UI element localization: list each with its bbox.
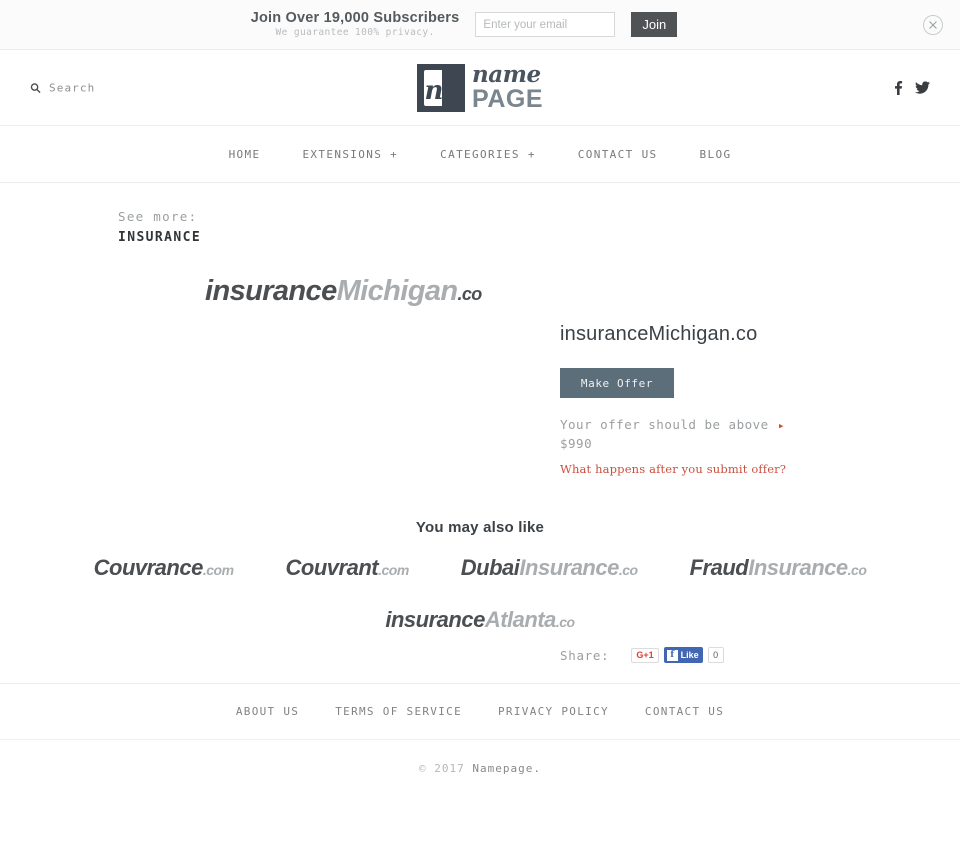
also-like-item[interactable]: Couvrant.com xyxy=(285,555,410,581)
close-banner-button[interactable] xyxy=(923,15,943,35)
also-like-title: You may also like xyxy=(415,519,545,536)
social-links xyxy=(894,80,930,95)
offer-minimum-note: Your offer should be above ▸ $990 xyxy=(560,415,784,454)
site-header: Search n name PAGE xyxy=(0,50,960,126)
also-item-dark: Couvrant xyxy=(285,555,379,580)
domain-title: insuranceMichigan.co xyxy=(560,323,758,345)
nav-item-extensions[interactable]: EXTENSIONS + xyxy=(302,148,398,161)
google-plus-one-button[interactable]: G+1 xyxy=(631,647,659,663)
share-row: Share: G+1 f Like 0 xyxy=(560,647,724,663)
also-like-row-2: insuranceAtlanta.co xyxy=(0,607,960,633)
also-item-dark: Dubai xyxy=(460,555,520,580)
facebook-like-label: Like xyxy=(680,650,699,660)
what-happens-link[interactable]: What happens after you submit offer? xyxy=(560,462,890,476)
also-like-item[interactable]: DubaiInsurance.co xyxy=(461,555,638,581)
also-like-row-1: Couvrance.com Couvrant.com DubaiInsuranc… xyxy=(0,555,960,581)
also-item-tld: .co xyxy=(618,562,638,578)
search-label: Search xyxy=(49,81,96,94)
facebook-f-icon: f xyxy=(666,649,678,661)
hero-domain-tld: .co xyxy=(457,284,482,304)
also-item-tld: .com xyxy=(202,562,234,578)
hero-domain-logo: insuranceMichigan.co xyxy=(205,275,482,308)
arrow-right-icon: ▸ xyxy=(777,419,785,432)
nav-item-categories[interactable]: CATEGORIES + xyxy=(440,148,536,161)
share-label: Share: xyxy=(560,647,610,663)
email-input[interactable] xyxy=(475,12,616,37)
site-footer: ABOUT US TERMS OF SERVICE PRIVACY POLICY… xyxy=(0,683,960,775)
footer-link-terms-of-service[interactable]: TERMS OF SERVICE xyxy=(335,705,462,718)
join-button[interactable]: Join xyxy=(631,12,678,37)
also-item-tld: .com xyxy=(378,562,409,578)
also-like-item[interactable]: FraudInsurance.co xyxy=(690,555,867,581)
close-icon xyxy=(929,21,937,29)
also-like-item[interactable]: Couvrance.com xyxy=(94,555,234,581)
also-item-dark: insurance xyxy=(385,607,485,632)
subscribe-title: Join Over 19,000 Subscribers xyxy=(250,9,460,26)
logo-name-text: name xyxy=(472,61,541,88)
also-item-light: Insurance xyxy=(519,555,619,580)
subscribe-text-block: Join Over 19,000 Subscribers We guarante… xyxy=(251,10,460,40)
footer-link-privacy-policy[interactable]: PRIVACY POLICY xyxy=(498,705,609,718)
also-item-light: Insurance xyxy=(748,555,848,580)
logo-mark-icon: n xyxy=(417,63,465,112)
copyright-text: © 2017 Namepage. xyxy=(0,740,960,775)
see-more-label: See more: xyxy=(118,209,198,224)
also-item-tld: .co xyxy=(847,562,867,578)
main-navigation: HOME EXTENSIONS + CATEGORIES + CONTACT U… xyxy=(0,126,960,183)
subscribe-subtitle: We guarantee 100% privacy. xyxy=(275,27,435,39)
see-more-block: See more: INSURANCE xyxy=(118,209,201,245)
search-icon xyxy=(30,82,41,93)
nav-item-contact-us[interactable]: CONTACT US xyxy=(578,148,658,161)
logo-mark-letter: n xyxy=(424,75,444,106)
offer-panel: insuranceMichigan.co Make Offer Your off… xyxy=(560,323,890,476)
logo-page-text: PAGE xyxy=(472,85,543,113)
subscribe-banner: Join Over 19,000 Subscribers We guarante… xyxy=(0,0,960,50)
facebook-icon[interactable] xyxy=(894,80,903,95)
hero-domain-part-light: Michigan xyxy=(336,275,458,307)
facebook-like-count: 0 xyxy=(707,647,724,663)
also-item-dark: Couvrance xyxy=(93,555,204,580)
see-more-category-link[interactable]: INSURANCE xyxy=(118,230,201,245)
copyright-prefix: © 2017 xyxy=(419,762,473,775)
make-offer-button[interactable]: Make Offer xyxy=(560,368,674,398)
nav-item-blog[interactable]: BLOG xyxy=(700,148,732,161)
also-like-item[interactable]: insuranceAtlanta.co xyxy=(385,607,575,633)
footer-link-contact-us[interactable]: CONTACT US xyxy=(645,705,724,718)
site-logo[interactable]: n name PAGE xyxy=(417,63,543,112)
twitter-icon[interactable] xyxy=(915,81,930,94)
footer-links: ABOUT US TERMS OF SERVICE PRIVACY POLICY… xyxy=(0,684,960,740)
search-button[interactable]: Search xyxy=(30,81,95,94)
footer-link-about-us[interactable]: ABOUT US xyxy=(236,705,299,718)
hero-domain-part-dark: insurance xyxy=(205,275,337,307)
copyright-name: Namepage. xyxy=(472,762,541,775)
offer-note-amount: $990 xyxy=(560,436,593,452)
offer-note-line1: Your offer should be above xyxy=(560,417,769,432)
facebook-like-button[interactable]: f Like xyxy=(663,647,703,663)
nav-item-home[interactable]: HOME xyxy=(229,148,261,161)
also-item-light: Atlanta xyxy=(484,607,557,632)
also-item-tld: .co xyxy=(555,614,575,630)
also-item-dark: Fraud xyxy=(689,555,749,580)
